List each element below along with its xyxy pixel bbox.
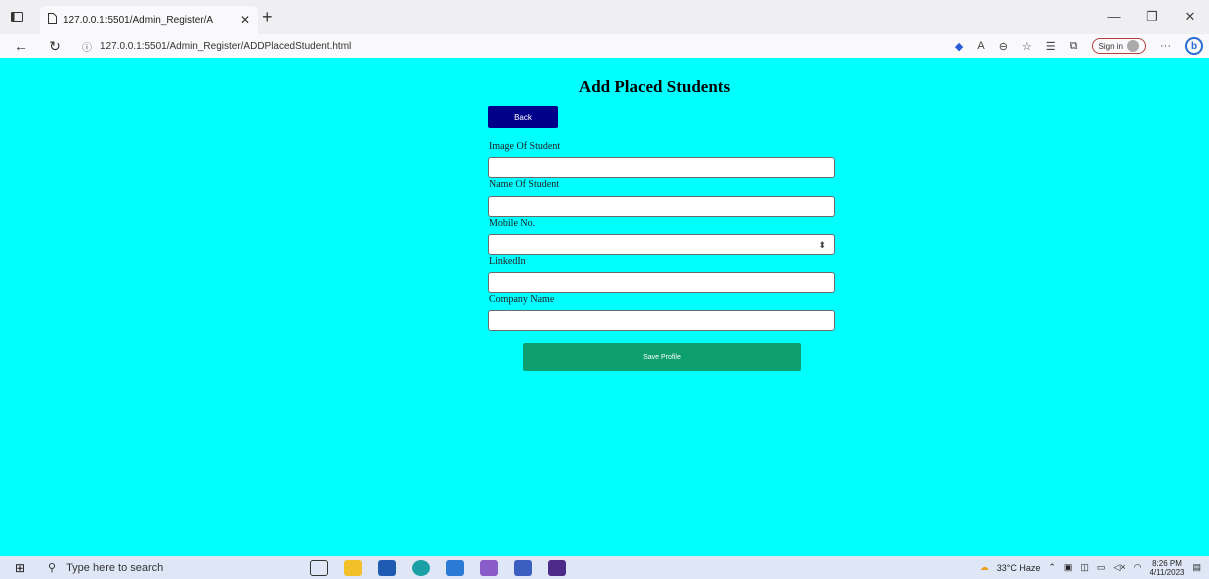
tray-expand-icon[interactable]: ⌃ [1048,562,1056,573]
tray-app-icon[interactable]: ▣ [1064,562,1073,573]
back-button[interactable]: Back [488,106,558,128]
image-label: Image Of Student [489,141,561,152]
mobile-label: Mobile No. [489,218,536,229]
page-title: Add Placed Students [578,77,731,96]
favorite-icon[interactable]: ☆ [1022,40,1032,53]
address-bar[interactable]: 127.0.0.1:5501/Admin_Register/ADDPlacedS… [100,41,351,52]
collections-icon[interactable]: ⧉ [1070,40,1078,53]
clock-date: 4/11/2023 [1149,567,1185,577]
info-icon[interactable]: ⓘ [82,39,92,54]
read-aloud-icon[interactable]: A [977,40,984,52]
search-icon: ⚲ [48,562,57,574]
name-label: Name Of Student [489,179,559,190]
image-input[interactable] [488,157,835,178]
page-icon [48,13,57,27]
edge-icon[interactable] [412,559,430,576]
terminal-icon[interactable] [548,559,566,576]
company-label: Company Name [489,294,555,305]
window-controls: — ❐ ✕ [1095,0,1209,34]
refresh-icon[interactable]: ↻ [42,38,68,55]
minimize-icon[interactable]: — [1095,0,1133,34]
bing-icon[interactable]: b [1185,37,1203,55]
browser-tab[interactable]: 127.0.0.1:5501/Admin_Register/A ✕ [40,6,258,34]
more-icon[interactable]: ··· [1160,40,1171,52]
name-input[interactable] [488,196,835,217]
weather-text[interactable]: 33°C Haze [997,563,1041,573]
toolbar-actions: ◆ A ⊖ ☆ ☰ ⧉ Sign in ··· b [955,34,1203,58]
linkedin-input[interactable] [488,272,835,293]
network-icon[interactable]: ◫ [1080,562,1089,573]
browser-toolbar: ← ↻ ⓘ 127.0.0.1:5501/Admin_Register/ADDP… [0,34,1209,58]
wifi-icon[interactable]: ◠ [1134,562,1142,573]
tag-icon[interactable]: ◆ [955,40,963,53]
sign-in-button[interactable]: Sign in [1091,38,1146,54]
sign-in-label: Sign in [1098,41,1123,51]
number-spinner-icon[interactable]: ⬍ [818,239,826,251]
windows-start-icon[interactable]: ⊞ [0,561,40,575]
save-profile-button[interactable]: Save Profile [523,343,801,371]
notification-icon[interactable]: ▤ [1192,562,1201,573]
back-arrow-icon[interactable]: ← [8,38,34,54]
taskbar-search[interactable]: ⚲ Type here to search [40,561,280,575]
mail-icon[interactable] [378,559,396,576]
new-tab-icon[interactable]: + [262,7,273,28]
taskbar-search-placeholder: Type here to search [66,561,164,574]
avatar [1127,40,1139,52]
restore-icon[interactable]: ❐ [1133,0,1171,34]
battery-icon[interactable]: ▭ [1097,562,1106,573]
taskbar-apps [310,559,566,576]
file-explorer-icon[interactable] [344,559,362,576]
tab-actions-icon[interactable] [0,0,34,34]
volume-icon[interactable]: ◁× [1113,562,1125,573]
browser-tabstrip: 127.0.0.1:5501/Admin_Register/A ✕ + — ❐ … [0,0,1209,34]
favorites-list-icon[interactable]: ☰ [1046,40,1056,53]
mobile-input[interactable]: ⬍ [488,234,835,255]
task-view-icon[interactable] [310,559,328,576]
app-icon[interactable] [514,559,532,576]
zoom-icon[interactable]: ⊖ [999,40,1008,53]
visual-studio-icon[interactable] [480,559,498,576]
clock[interactable]: 8:26 PM 4/11/2023 [1149,559,1184,577]
tab-title: 127.0.0.1:5501/Admin_Register/A [63,14,214,26]
close-tab-icon[interactable]: ✕ [240,13,250,27]
clock-time: 8:26 PM [1152,558,1182,568]
weather-icon[interactable]: ☁ [980,562,989,573]
company-input[interactable] [488,310,835,331]
system-tray: ☁ 33°C Haze ⌃ ▣ ◫ ▭ ◁× ◠ 8:26 PM 4/11/20… [980,556,1201,579]
linkedin-label: LinkedIn [489,256,526,267]
vscode-icon[interactable] [446,559,464,576]
taskbar: ⊞ ⚲ Type here to search ☁ 33°C Haze ⌃ ▣ … [0,556,1209,579]
close-window-icon[interactable]: ✕ [1171,0,1209,34]
